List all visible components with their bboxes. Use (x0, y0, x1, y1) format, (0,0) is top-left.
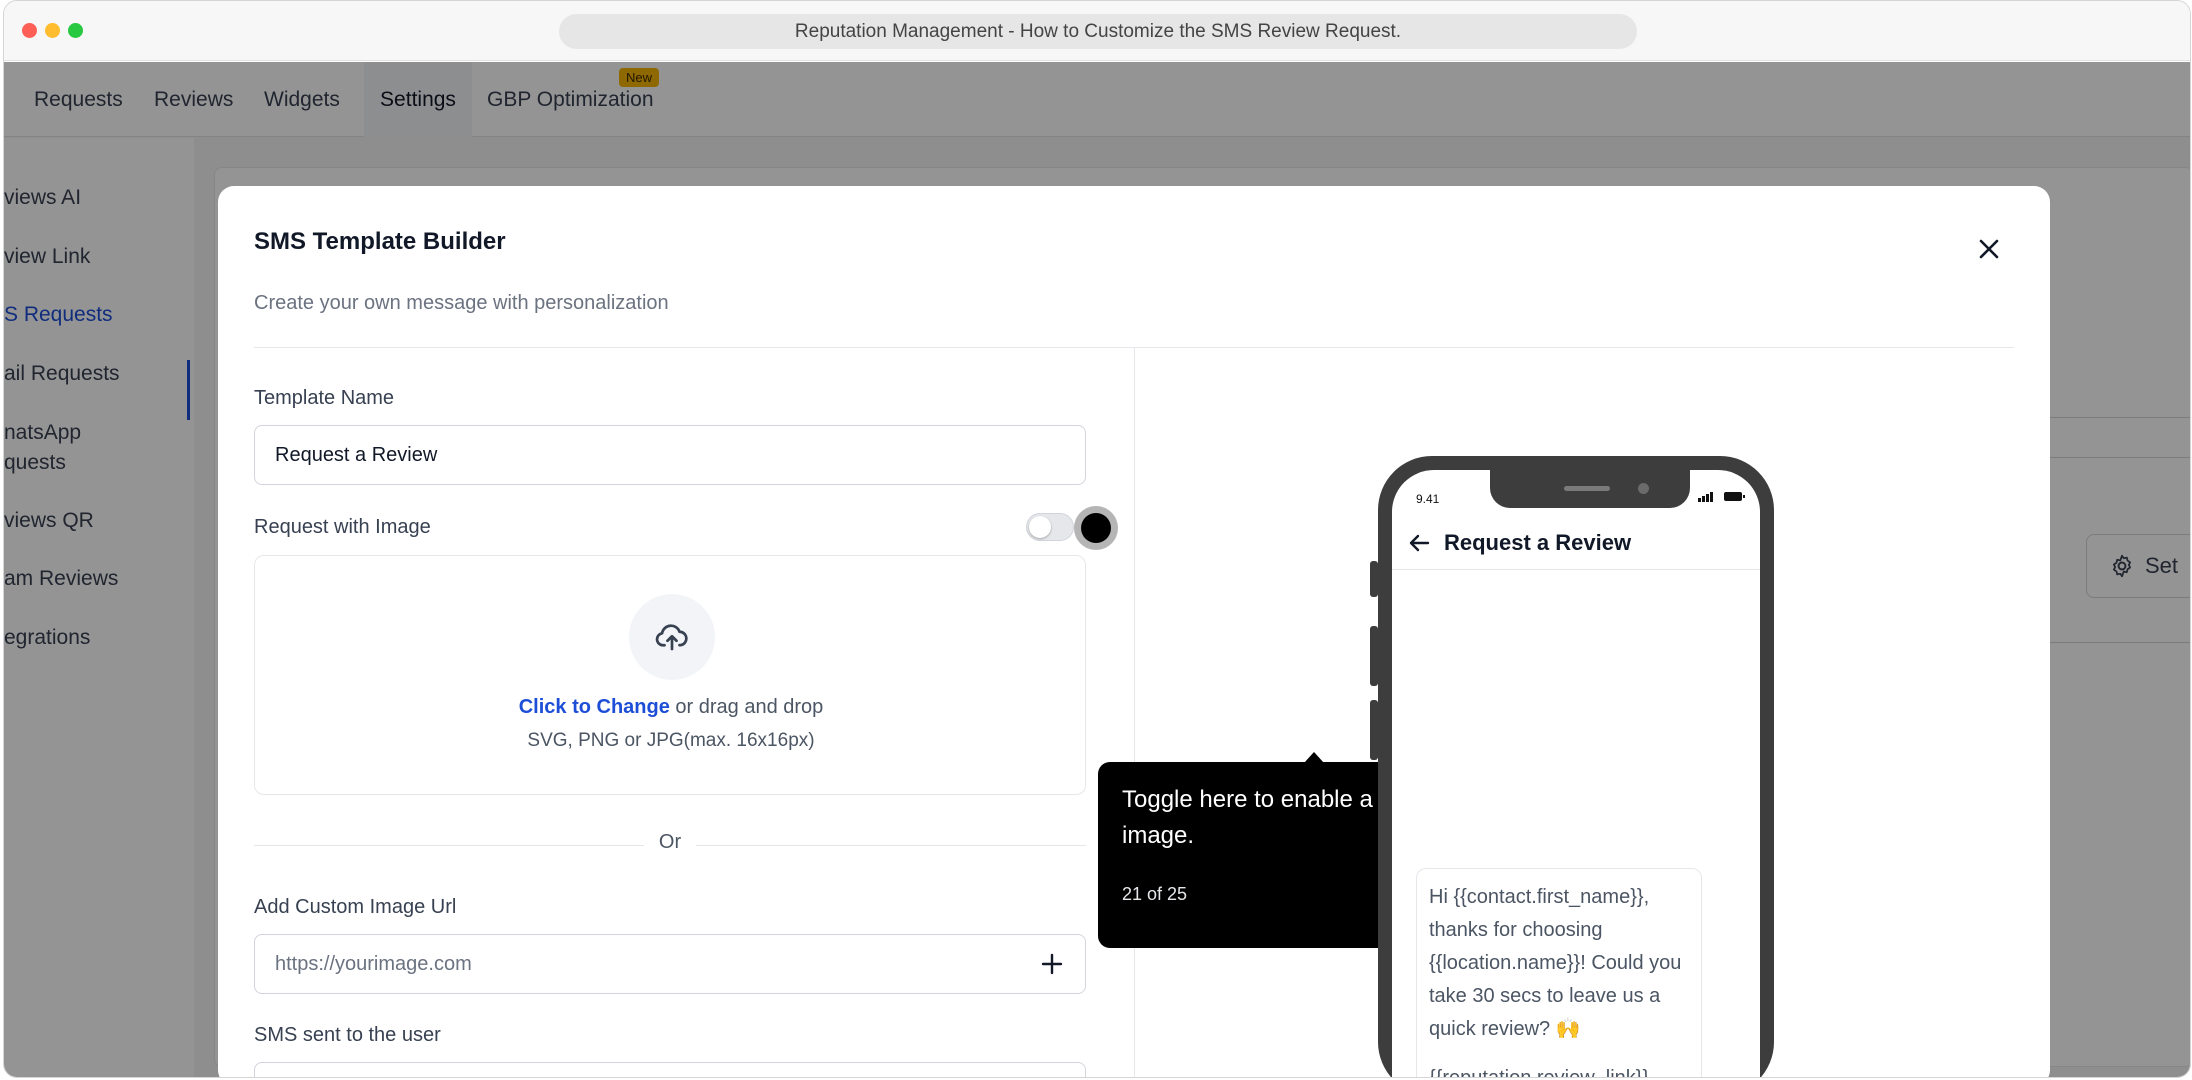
or-text: Or (658, 831, 682, 853)
custom-image-url-placeholder: https://yourimage.com (275, 952, 472, 975)
upload-instructions: Click to Change or drag and drop (255, 696, 1087, 719)
browser-window: Reputation Management - How to Customize… (3, 0, 2191, 1078)
modal-title: SMS Template Builder (254, 228, 506, 255)
title-bar: Reputation Management - How to Customize… (4, 1, 2190, 61)
image-upload-dropzone[interactable]: Click to Change or drag and drop SVG, PN… (254, 555, 1086, 795)
status-bar-icons (1698, 492, 1745, 502)
tour-hotspot-dot (1081, 513, 1111, 543)
sms-preview-message: Hi {{contact.first_name}}, thanks for ch… (1429, 886, 1682, 1040)
phone-button (1370, 700, 1378, 760)
window-title[interactable]: Reputation Management - How to Customize… (559, 14, 1637, 49)
custom-image-url-label: Add Custom Image Url (254, 896, 457, 918)
toggle-knob (1029, 516, 1051, 538)
request-with-image-label: Request with Image (254, 516, 431, 538)
sms-preview-bubble: Hi {{contact.first_name}}, thanks for ch… (1416, 868, 1702, 1078)
request-with-image-toggle[interactable] (1026, 513, 1074, 541)
template-name-input[interactable]: Request a Review (254, 425, 1086, 485)
phone-button (1370, 626, 1378, 686)
upload-icon-circle (629, 594, 715, 680)
phone-header-title: Request a Review (1444, 530, 1632, 555)
tooltip-step-counter: 21 of 25 (1122, 884, 1188, 904)
sms-template-builder-modal: SMS Template Builder Create your own mes… (218, 186, 2050, 1078)
phone-screen: 9.41 Request a Review Hi {{contact.first… (1392, 470, 1760, 1078)
template-name-label: Template Name (254, 387, 395, 409)
add-image-url-icon[interactable] (1039, 951, 1065, 977)
phone-preview: 9.41 Request a Review Hi {{contact.first… (1378, 456, 1774, 1078)
modal-subtitle: Create your own message with personaliza… (254, 292, 669, 314)
click-to-change-link[interactable]: Click to Change (519, 696, 670, 718)
upload-drag-text: or drag and drop (669, 696, 824, 718)
phone-speaker (1564, 486, 1610, 491)
sms-preview-review-link: {{reputation.review_link}} (1429, 1067, 1650, 1078)
modal-column-divider (1134, 348, 1135, 1077)
close-icon (1979, 239, 1999, 259)
phone-notch (1490, 470, 1690, 508)
back-arrow-icon (1409, 534, 1430, 552)
phone-camera (1638, 483, 1649, 494)
minimize-window-button[interactable] (45, 23, 60, 38)
tour-hotspot[interactable] (1074, 506, 1118, 550)
sms-message-input[interactable] (254, 1062, 1086, 1077)
browser-stage: Reputation Management - How to Customize… (0, 0, 2192, 1080)
close-window-button[interactable] (22, 23, 37, 38)
or-separator: Or (254, 831, 1086, 861)
sms-sent-label: SMS sent to the user (254, 1024, 441, 1046)
phone-time: 9.41 (1416, 492, 1440, 506)
custom-image-url-input[interactable]: https://yourimage.com (254, 934, 1086, 994)
maximize-window-button[interactable] (68, 23, 83, 38)
phone-header: Request a Review (1392, 518, 1760, 570)
close-modal-button[interactable] (1972, 232, 2006, 266)
upload-format-hint: SVG, PNG or JPG(max. 16x16px) (527, 730, 815, 751)
cloud-upload-icon (655, 624, 688, 651)
phone-button (1370, 561, 1378, 597)
